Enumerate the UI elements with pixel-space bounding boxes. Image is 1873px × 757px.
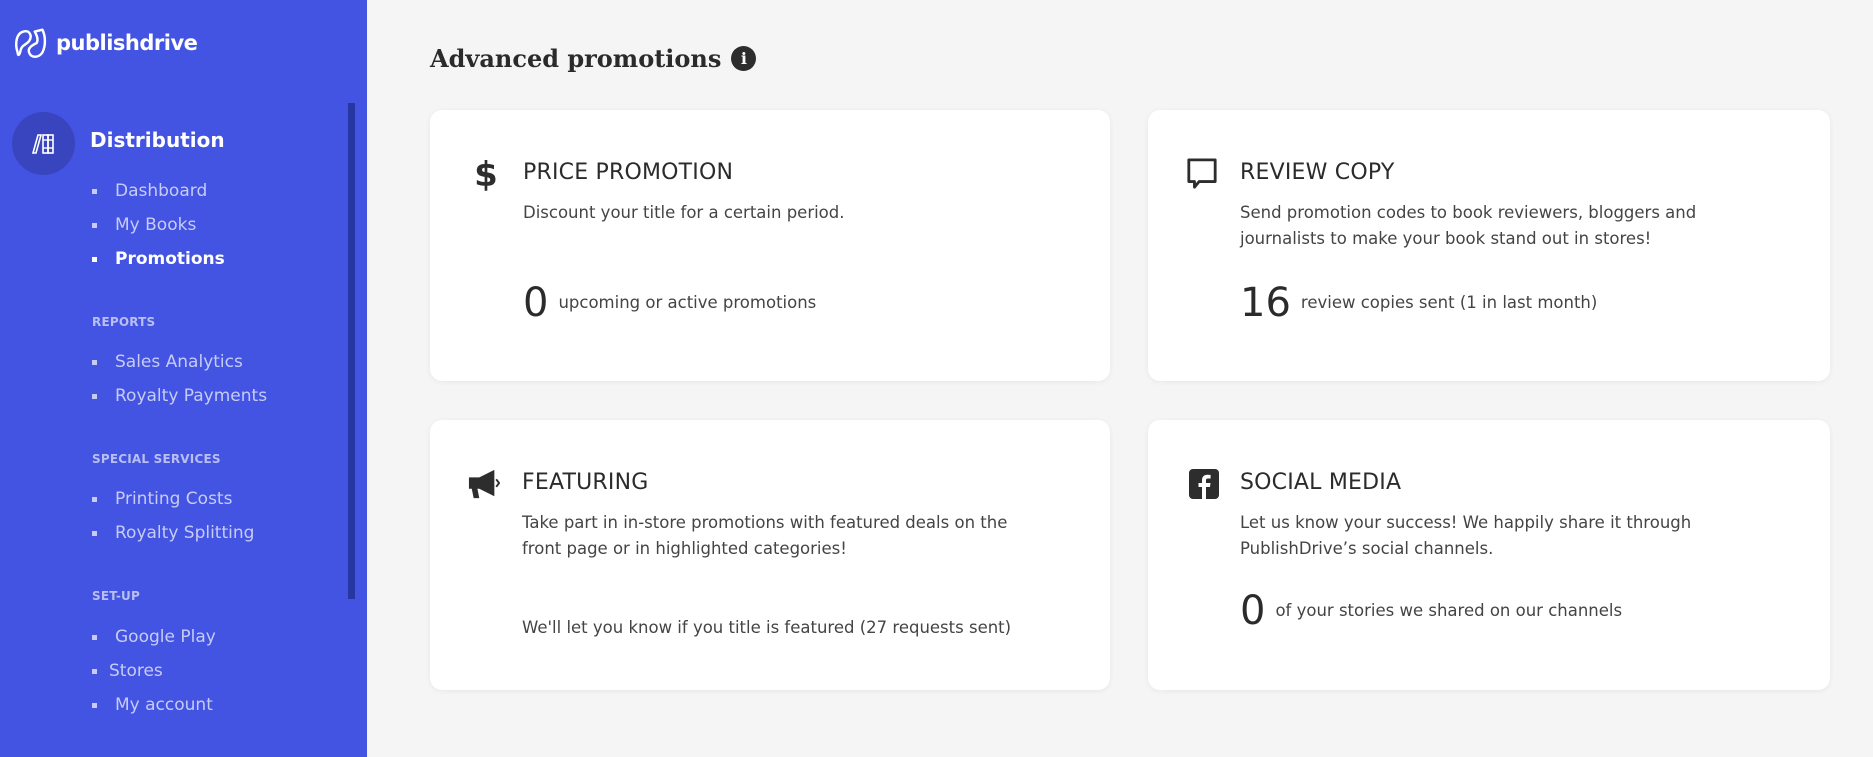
stat-label: upcoming or active promotions [558,293,817,312]
sidebar-item-promotions[interactable]: Promotions [92,242,225,276]
sidebar-item-sales-analytics[interactable]: Sales Analytics [92,345,267,379]
bullet-icon [92,223,97,228]
card-description: Take part in in-store promotions with fe… [522,513,1008,558]
stat-label: review copies sent (1 in last month) [1300,293,1598,312]
bullet-icon [92,635,97,640]
card-title: FEATURING [522,470,649,495]
books-icon [31,133,54,154]
card-description: Discount your title for a certain period… [523,203,845,222]
distribution-nav: Dashboard My Books Promotions [92,174,225,276]
publishdrive-logo-icon [15,28,47,58]
price-promotion-card[interactable]: $ PRICE PROMOTION Discount your title fo… [430,110,1110,381]
page-title: Advanced promotions i [430,44,757,73]
bullet-icon [92,497,97,502]
section-label-special-services: SPECIAL SERVICES [92,452,221,466]
section-label-reports: REPORTS [92,315,156,329]
svg-text:$: $ [475,156,497,192]
sidebar-item-my-account[interactable]: My account [92,688,216,722]
card-stat: 0 of your stories we shared on our chann… [1240,588,1622,634]
bullet-icon [92,531,97,536]
dollar-icon: $ [470,156,502,192]
brand-name: publishdrive [56,31,198,55]
distribution-icon-circle[interactable] [12,112,75,175]
reports-nav: Sales Analytics Royalty Payments [92,345,267,413]
sidebar-item-printing-costs[interactable]: Printing Costs [92,482,254,516]
card-description: Send promotion codes to book reviewers, … [1240,203,1697,248]
review-copy-card[interactable]: REVIEW COPY Send promotion codes to book… [1148,110,1830,381]
card-title: SOCIAL MEDIA [1240,470,1402,495]
info-icon[interactable]: i [731,46,757,71]
sidebar-scrollbar[interactable] [348,103,355,599]
card-title: PRICE PROMOTION [523,160,734,185]
social-media-card[interactable]: SOCIAL MEDIA Let us know your success! W… [1148,420,1830,690]
bullet-icon [92,360,97,365]
sidebar-section-distribution[interactable]: Distribution [90,128,225,152]
card-stat: 16 review copies sent (1 in last month) [1240,280,1597,326]
bullet-icon [92,703,97,708]
facebook-icon [1188,466,1220,502]
logo[interactable]: publishdrive [12,24,198,62]
bullet-icon [92,257,97,262]
stat-value: 0 [1240,588,1266,634]
bullet-icon [92,394,97,399]
sidebar: publishdrive Distribution Dashboard My B… [0,0,367,757]
stat-value: 0 [523,280,549,326]
sidebar-item-dashboard[interactable]: Dashboard [92,174,225,208]
stat-value: 16 [1240,280,1291,326]
stat-label: of your stories we shared on our channel… [1275,601,1623,620]
bullet-icon [92,189,97,194]
featuring-note: We'll let you know if you title is featu… [522,618,1012,637]
section-label-set-up: SET-UP [92,589,140,603]
bullet-icon [92,669,97,674]
sidebar-item-my-books[interactable]: My Books [92,208,225,242]
megaphone-icon [468,466,500,502]
sidebar-item-google-play[interactable]: Google Play [92,620,216,654]
featuring-card[interactable]: FEATURING Take part in in-store promotio… [430,420,1110,690]
sidebar-item-royalty-splitting[interactable]: Royalty Splitting [92,516,254,550]
sidebar-item-royalty-payments[interactable]: Royalty Payments [92,379,267,413]
speech-bubble-icon [1186,156,1218,192]
set-up-nav: Google Play Stores My account [92,620,216,722]
card-stat: 0 upcoming or active promotions [523,280,816,326]
special-services-nav: Printing Costs Royalty Splitting [92,482,254,550]
sidebar-item-stores[interactable]: Stores [92,654,216,688]
card-description: Let us know your success! We happily sha… [1240,513,1692,558]
card-title: REVIEW COPY [1240,160,1395,185]
